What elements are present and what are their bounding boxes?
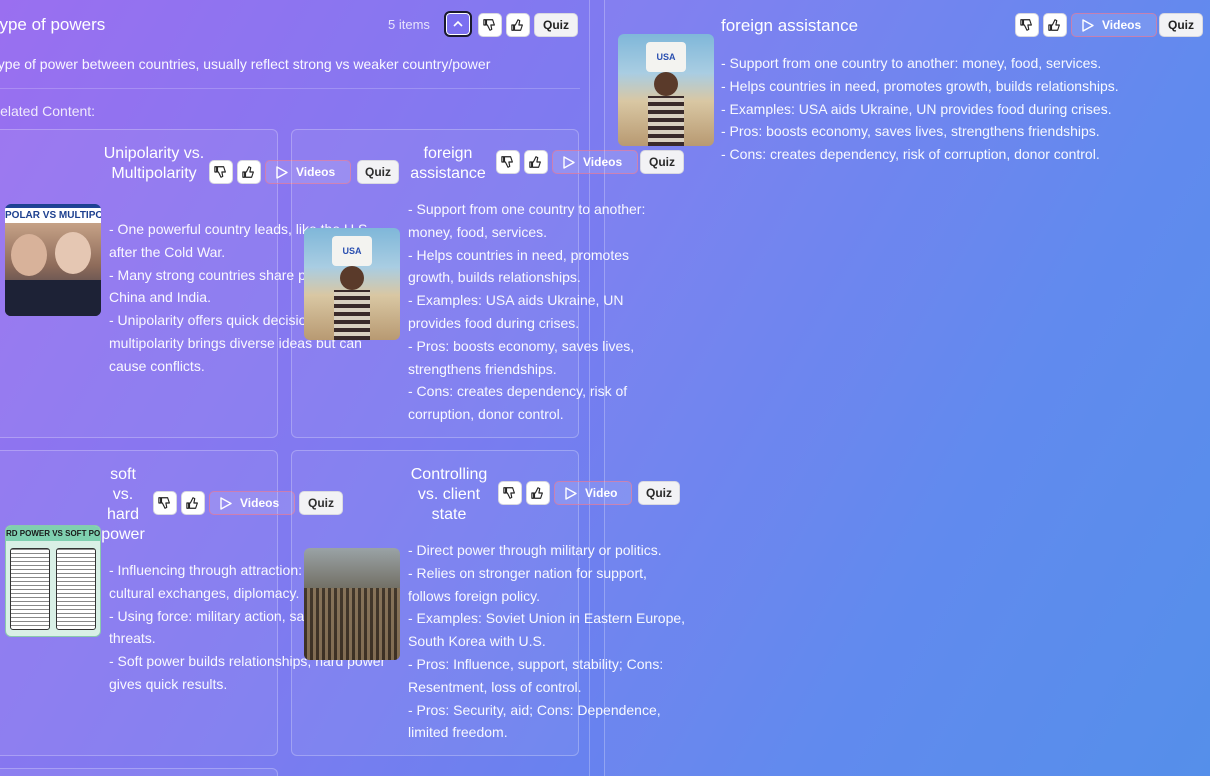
play-icon <box>565 486 577 500</box>
quiz-button[interactable]: Quiz <box>534 13 578 37</box>
thumbs-up-icon <box>529 156 541 168</box>
like-button[interactable] <box>506 13 530 37</box>
divider <box>0 88 580 89</box>
videos-button[interactable]: Videos <box>209 491 295 515</box>
related-card[interactable]: POLAR VS MULTIPO Unipolarity vs. Multipo… <box>0 129 399 438</box>
thumbs-down-icon <box>483 19 495 31</box>
videos-button[interactable]: Videos <box>1071 13 1157 37</box>
related-card[interactable]: USA foreign assistance Videos Quiz - Sup… <box>291 129 684 438</box>
like-button[interactable] <box>181 491 205 515</box>
play-icon <box>276 165 288 179</box>
play-icon <box>563 155 575 169</box>
related-card[interactable]: Controlling vs. client state Video Quiz … <box>291 450 685 756</box>
thumbs-down-icon <box>158 497 170 509</box>
thumbnail-caption: USA <box>646 42 686 72</box>
thumbs-up-icon <box>531 487 543 499</box>
like-button[interactable] <box>524 150 548 174</box>
detail-thumbnail: USA <box>618 34 714 146</box>
card-title: Controlling vs. client state <box>410 466 488 523</box>
card-title: Unipolarity vs. Multipolarity <box>103 145 205 182</box>
like-button[interactable] <box>1043 13 1067 37</box>
dislike-button[interactable] <box>496 150 520 174</box>
thumbs-up-icon <box>186 497 198 509</box>
play-icon <box>1082 18 1094 32</box>
bullet: - Cons: creates dependency, risk of corr… <box>721 146 1100 163</box>
dislike-button[interactable] <box>1015 13 1039 37</box>
topic-panel: Type of powers 5 items Quiz Type of powe… <box>0 0 685 776</box>
bullet: - Pros: boosts economy, saves lives, str… <box>721 123 1100 140</box>
dislike-button[interactable] <box>478 13 502 37</box>
related-card[interactable]: RD POWER VS SOFT POW soft vs. hard power… <box>0 450 385 756</box>
card-thumbnail: POLAR VS MULTIPO <box>5 204 101 316</box>
card-title: foreign assistance <box>410 145 486 182</box>
card-thumbnail: USA <box>304 228 400 340</box>
bullet: - Examples: USA aids Ukraine, UN provide… <box>721 100 1112 117</box>
dislike-button[interactable] <box>498 481 522 505</box>
like-button[interactable] <box>237 160 261 184</box>
videos-label: Videos <box>240 496 280 510</box>
dislike-button[interactable] <box>153 491 177 515</box>
thumbs-down-icon <box>501 156 513 168</box>
card-thumbnail: RD POWER VS SOFT POW <box>5 525 101 637</box>
thumbnail-caption: USA <box>332 236 372 266</box>
thumbs-up-icon <box>1048 19 1060 31</box>
dislike-button[interactable] <box>209 160 233 184</box>
thumbs-up-icon <box>242 166 254 178</box>
detail-title: foreign assistance <box>721 16 859 35</box>
items-count-badge: 5 items <box>388 17 430 32</box>
quiz-button[interactable]: Quiz <box>1159 13 1203 37</box>
bullet: - Support from one country to another: m… <box>721 55 1102 71</box>
topic-description: Type of power between countries, usually… <box>0 56 491 72</box>
thumbnail-caption: RD POWER VS SOFT POW <box>6 526 100 541</box>
like-button[interactable] <box>526 481 550 505</box>
card-title: soft vs. hard power <box>101 466 145 543</box>
chevron-up-icon <box>453 20 463 27</box>
collapse-button[interactable] <box>444 11 472 37</box>
videos-label: Videos <box>1102 18 1142 32</box>
detail-bullets: - Support from one country to another: m… <box>721 52 1119 166</box>
thumbs-up-icon <box>511 19 523 31</box>
play-icon <box>220 496 232 510</box>
related-content-label: Related Content: <box>0 103 96 119</box>
related-card[interactable] <box>0 768 278 776</box>
thumbnail-caption: POLAR VS MULTIPO <box>5 208 101 223</box>
thumbs-down-icon <box>503 487 515 499</box>
thumbs-down-icon <box>214 166 226 178</box>
thumbs-down-icon <box>1020 19 1032 31</box>
detail-panel: USA foreign assistance Videos Quiz - Sup… <box>604 0 1210 776</box>
bullet: - Helps countries in need, promotes grow… <box>721 77 1119 94</box>
card-thumbnail <box>304 548 400 660</box>
topic-title: Type of powers <box>0 15 106 34</box>
